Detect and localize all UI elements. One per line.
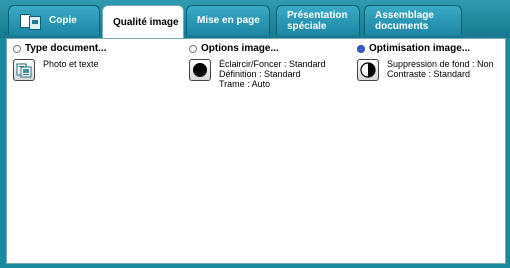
black-circle-icon: [193, 63, 207, 77]
type-document-header[interactable]: Type document...: [13, 43, 183, 54]
type-document-title: Type document...: [25, 43, 107, 54]
options-image-line-1: Éclaircir/Foncer : Standard: [219, 59, 326, 69]
optimisation-image-radio[interactable]: [357, 44, 365, 53]
options-image-line-3: Trame : Auto: [219, 79, 271, 89]
half-circle-contrast-icon: [360, 62, 376, 78]
type-document-section: Type document... Photo et texte: [13, 43, 183, 81]
options-image-radio[interactable]: [189, 44, 197, 53]
type-document-radio[interactable]: [13, 44, 21, 53]
tab-copie-label: Copie: [49, 15, 77, 26]
options-image-section: Options image... Éclaircir/Foncer : Stan…: [189, 43, 357, 89]
optimisation-image-line-1: Suppression de fond : Non: [387, 59, 494, 69]
optimisation-image-section: Optimisation image... Suppression de fon…: [357, 43, 505, 81]
tab-assemblage-documents[interactable]: Assemblage documents: [364, 5, 462, 35]
options-image-line-2: Définition : Standard: [219, 69, 301, 79]
tab-copie[interactable]: Copie: [8, 5, 100, 35]
image-quality-panel: Type document... Photo et texte Options …: [6, 38, 506, 264]
tab-qualite-image-label: Qualité image: [113, 16, 179, 28]
options-image-header[interactable]: Options image...: [189, 43, 357, 54]
photo-text-document-icon: [16, 63, 32, 78]
copy-icon: [19, 13, 41, 30]
optimisation-image-button[interactable]: [357, 59, 379, 81]
optimisation-image-title: Optimisation image...: [369, 43, 471, 54]
tab-bar: Copie Qualité image Mise en page Présent…: [0, 0, 510, 38]
tab-presentation-speciale[interactable]: Présentation spéciale: [276, 5, 360, 35]
tab-presentation-speciale-label: Présentation spéciale: [287, 9, 348, 32]
tab-qualite-image[interactable]: Qualité image: [102, 5, 184, 38]
tab-mise-en-page-label: Mise en page: [197, 15, 260, 26]
tab-mise-en-page[interactable]: Mise en page: [186, 5, 270, 35]
optimisation-image-line-2: Contraste : Standard: [387, 69, 471, 79]
options-image-details: Éclaircir/Foncer : Standard Définition :…: [219, 59, 326, 89]
options-image-title: Options image...: [201, 43, 279, 54]
type-document-button[interactable]: [13, 59, 35, 81]
optimisation-image-header[interactable]: Optimisation image...: [357, 43, 505, 54]
type-document-value: Photo et texte: [43, 59, 99, 69]
optimisation-image-details: Suppression de fond : Non Contraste : St…: [387, 59, 494, 81]
options-image-button[interactable]: [189, 59, 211, 81]
tab-assemblage-documents-label: Assemblage documents: [375, 9, 434, 32]
